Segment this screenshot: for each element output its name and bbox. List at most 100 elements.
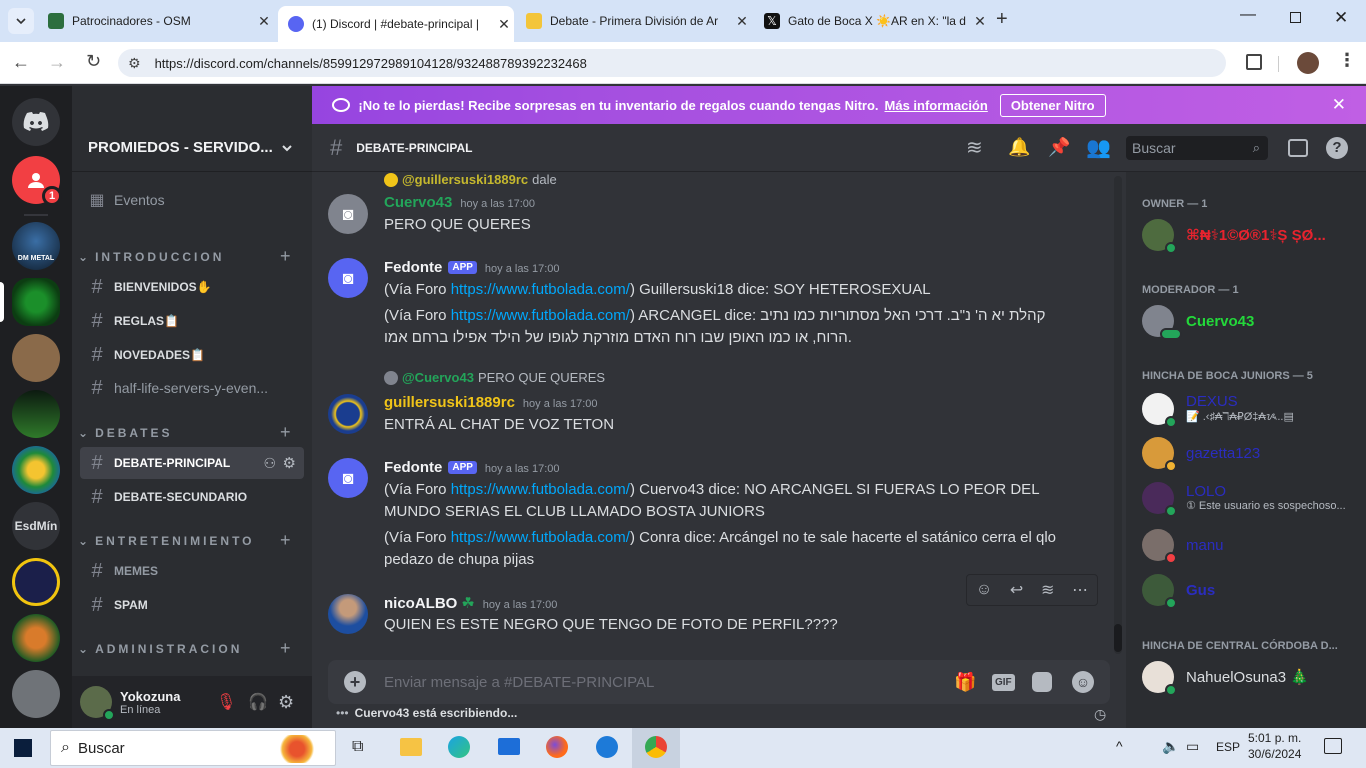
browser-tab[interactable]: Debate - Primera División de Ar ✕ xyxy=(516,8,752,34)
browser-tab-active[interactable]: (1) Discord | #debate-principal | ✕ xyxy=(278,6,514,42)
headphones-icon[interactable]: 🎧 xyxy=(248,692,268,712)
direct-messages-button[interactable]: 1 xyxy=(12,156,62,206)
mute-mic-icon[interactable]: 🎙 xyxy=(216,692,236,712)
message-author[interactable]: nicoALBO ☘ hoy a las 17:00 xyxy=(384,594,557,612)
close-banner-icon[interactable]: ✕ xyxy=(1332,95,1346,115)
url-field[interactable]: ⚙ https://discord.com/channels/859912972… xyxy=(118,49,1226,77)
help-icon[interactable]: ? xyxy=(1326,136,1348,159)
member-item[interactable]: NahuelOsuna3 🎄 xyxy=(1142,656,1362,698)
create-invite-icon[interactable]: ⚇ xyxy=(263,455,276,472)
message-input[interactable]: Enviar mensaje a #DEBATE-PRINCIPAL xyxy=(384,674,654,691)
scrollbar[interactable] xyxy=(1114,176,1122,654)
server-icon-lizard[interactable] xyxy=(12,670,60,718)
close-window-button[interactable]: ✕ xyxy=(1334,8,1348,28)
server-icon-stadium[interactable] xyxy=(12,390,60,438)
avatar[interactable]: ◙ xyxy=(328,258,368,298)
message-author[interactable]: Fedonte APP hoy a las 17:00 xyxy=(384,259,560,276)
category-introduccion[interactable]: ⌄ INTRODUCCION xyxy=(78,250,224,264)
message-link[interactable]: https://www.futbolada.com/ xyxy=(451,281,630,298)
add-channel-icon[interactable]: + xyxy=(280,246,291,267)
thunderbird-icon[interactable] xyxy=(596,736,618,758)
reply-preview[interactable]: @guillersuski1889rc dale xyxy=(384,172,557,187)
notifications-bell-icon[interactable]: 🔔 xyxy=(1008,137,1030,158)
category-debates[interactable]: ⌄ DEBATES xyxy=(78,426,173,440)
more-options-icon[interactable]: ⋯ xyxy=(1072,580,1088,600)
member-item[interactable]: LOLO ① Este usuario es sospechoso... xyxy=(1142,477,1362,519)
server-icon-burger[interactable] xyxy=(12,614,60,662)
channel-bienvenidos[interactable]: # BIENVENIDOS✋ xyxy=(80,271,304,303)
windows-start-icon[interactable] xyxy=(14,739,32,757)
message-link[interactable]: https://www.futbolada.com/ xyxy=(451,307,630,324)
network-icon[interactable]: ▭ xyxy=(1186,738,1199,755)
forward-button[interactable]: → xyxy=(48,52,66,73)
member-item[interactable]: manu xyxy=(1142,524,1362,566)
message-link[interactable]: https://www.futbolada.com/ xyxy=(451,481,630,498)
user-avatar[interactable] xyxy=(80,686,115,721)
message-author[interactable]: Cuervo43 hoy a las 17:00 xyxy=(384,194,535,211)
file-explorer-icon[interactable] xyxy=(400,738,422,756)
edge-icon[interactable] xyxy=(448,736,470,758)
channel-reglas[interactable]: # REGLAS📋 xyxy=(80,305,304,337)
member-item[interactable]: DEXUS 📝 .‹♯₳ℸ₳₽Ø‡₳ᝰ..▤ xyxy=(1142,388,1362,430)
server-icon-promiedos[interactable] xyxy=(12,278,60,326)
avatar[interactable] xyxy=(328,594,368,634)
chevron-up-icon[interactable]: ^ xyxy=(1116,738,1123,754)
channel-debate-principal[interactable]: # DEBATE-PRINCIPAL ⚇ ⚙ xyxy=(80,447,304,479)
server-icon-dm-metal[interactable]: DM METAL xyxy=(12,222,60,270)
reply-icon[interactable]: ↩ xyxy=(1010,580,1023,600)
firefox-icon[interactable] xyxy=(546,736,568,758)
member-item[interactable]: Cuervo43 xyxy=(1142,300,1362,342)
tab-search-button[interactable] xyxy=(8,8,34,34)
member-item[interactable]: ⌘₦⚕1©Ø®1⚕Ș ȘØ... xyxy=(1142,214,1362,256)
chrome-icon[interactable] xyxy=(645,736,667,758)
attach-plus-icon[interactable]: + xyxy=(344,671,366,693)
events-item[interactable]: ▦ Eventos xyxy=(80,184,304,216)
message-author[interactable]: guillersuski1889rc hoy a las 17:00 xyxy=(384,394,598,411)
taskbar-search[interactable]: ⌕ Buscar xyxy=(50,730,336,766)
user-settings-icon[interactable]: ⚙ xyxy=(278,692,294,713)
reload-icon[interactable]: ↻ xyxy=(86,51,101,72)
reply-preview[interactable]: @Cuervo43 PERO QUE QUERES xyxy=(384,370,605,385)
site-settings-icon[interactable]: ⚙ xyxy=(128,55,141,72)
message-author[interactable]: Fedonte APP hoy a las 17:00 xyxy=(384,459,560,476)
channel-settings-icon[interactable]: ⚙ xyxy=(283,454,296,472)
server-icon-brazil[interactable] xyxy=(12,446,60,494)
message-composer[interactable]: + Enviar mensaje a #DEBATE-PRINCIPAL 🎁 G… xyxy=(328,660,1110,704)
sticker-icon[interactable] xyxy=(1032,672,1052,692)
category-administracion[interactable]: ⌄ ADMINISTRACION xyxy=(78,642,242,656)
new-tab-button[interactable]: + xyxy=(996,8,1008,31)
nitro-more-info-link[interactable]: Más información xyxy=(885,98,988,113)
browser-menu-icon[interactable]: ⋮ xyxy=(1338,50,1356,71)
avatar[interactable] xyxy=(328,394,368,434)
add-channel-icon[interactable]: + xyxy=(280,530,291,551)
channel-memes[interactable]: # MEMES xyxy=(80,555,304,587)
discord-home-button[interactable] xyxy=(12,98,60,146)
scrollbar-thumb[interactable] xyxy=(1114,624,1122,652)
close-tab-icon[interactable]: ✕ xyxy=(970,13,990,30)
notifications-icon[interactable] xyxy=(1324,738,1342,754)
server-icon-gallery[interactable] xyxy=(12,334,60,382)
add-reaction-icon[interactable]: ☺ xyxy=(976,581,992,599)
profile-avatar[interactable] xyxy=(1297,52,1319,74)
gift-icon[interactable]: 🎁 xyxy=(954,672,976,693)
clock[interactable]: 5:01 p. m. 30/6/2024 xyxy=(1248,731,1301,761)
close-tab-icon[interactable]: ✕ xyxy=(494,16,514,33)
message-link[interactable]: https://www.futbolada.com/ xyxy=(451,529,630,546)
language-indicator[interactable]: ESP xyxy=(1216,740,1240,754)
close-tab-icon[interactable]: ✕ xyxy=(732,13,752,30)
avatar[interactable]: ◙ xyxy=(328,458,368,498)
get-nitro-button[interactable]: Obtener Nitro xyxy=(999,93,1106,117)
member-item[interactable]: gazetta123 xyxy=(1142,432,1362,474)
close-tab-icon[interactable]: ✕ xyxy=(254,13,274,30)
emoji-icon[interactable]: ☺ xyxy=(1072,671,1094,693)
mail-icon[interactable] xyxy=(498,738,520,755)
search-input[interactable]: Buscar ⌕ xyxy=(1126,135,1268,160)
browser-tab[interactable]: 𝕏 Gato de Boca X ☀️AR en X: "la d ✕ xyxy=(754,8,990,34)
channel-half-life[interactable]: # half-life-servers-y-even... xyxy=(80,372,304,404)
add-channel-icon[interactable]: + xyxy=(280,422,291,443)
channel-novedades[interactable]: # NOVEDADES📋 xyxy=(80,339,304,371)
pinned-messages-icon[interactable]: 📌 xyxy=(1048,137,1070,158)
inbox-icon[interactable] xyxy=(1288,138,1308,157)
task-view-icon[interactable]: ⧉ xyxy=(352,738,363,756)
channel-spam[interactable]: # SPAM xyxy=(80,589,304,621)
